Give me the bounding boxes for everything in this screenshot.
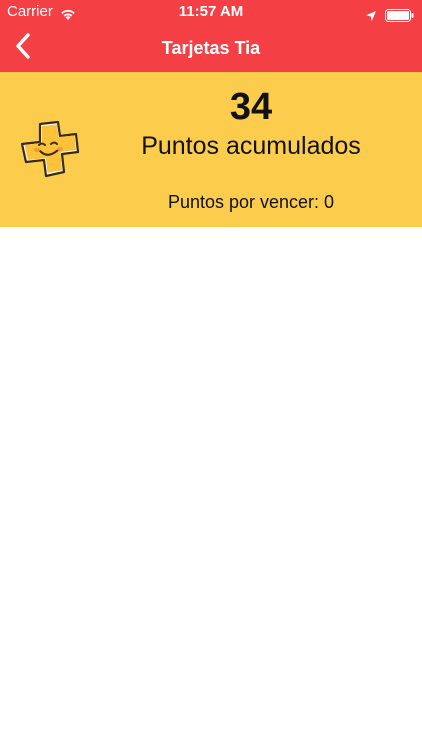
status-bar: Carrier 11:57 AM bbox=[0, 0, 422, 24]
location-arrow-icon bbox=[365, 6, 377, 21]
points-label: Puntos acumulados bbox=[141, 132, 361, 160]
status-right bbox=[365, 0, 415, 24]
navigation-bar: Tarjetas Tia bbox=[0, 24, 422, 72]
status-time: 11:57 AM bbox=[178, 3, 244, 20]
points-value: 34 bbox=[229, 86, 273, 128]
points-panel: 34 Puntos acumulados Puntos por vencer: … bbox=[0, 72, 422, 227]
tia-mascot-icon bbox=[20, 120, 80, 178]
page-title: Tarjetas Tia bbox=[161, 38, 261, 58]
top-bar: Carrier 11:57 AM Tarjetas Tia bbox=[0, 0, 422, 72]
expiring-points-label: Puntos por vencer: 0 bbox=[167, 192, 335, 212]
battery-icon bbox=[385, 6, 415, 22]
content-area bbox=[0, 227, 422, 750]
